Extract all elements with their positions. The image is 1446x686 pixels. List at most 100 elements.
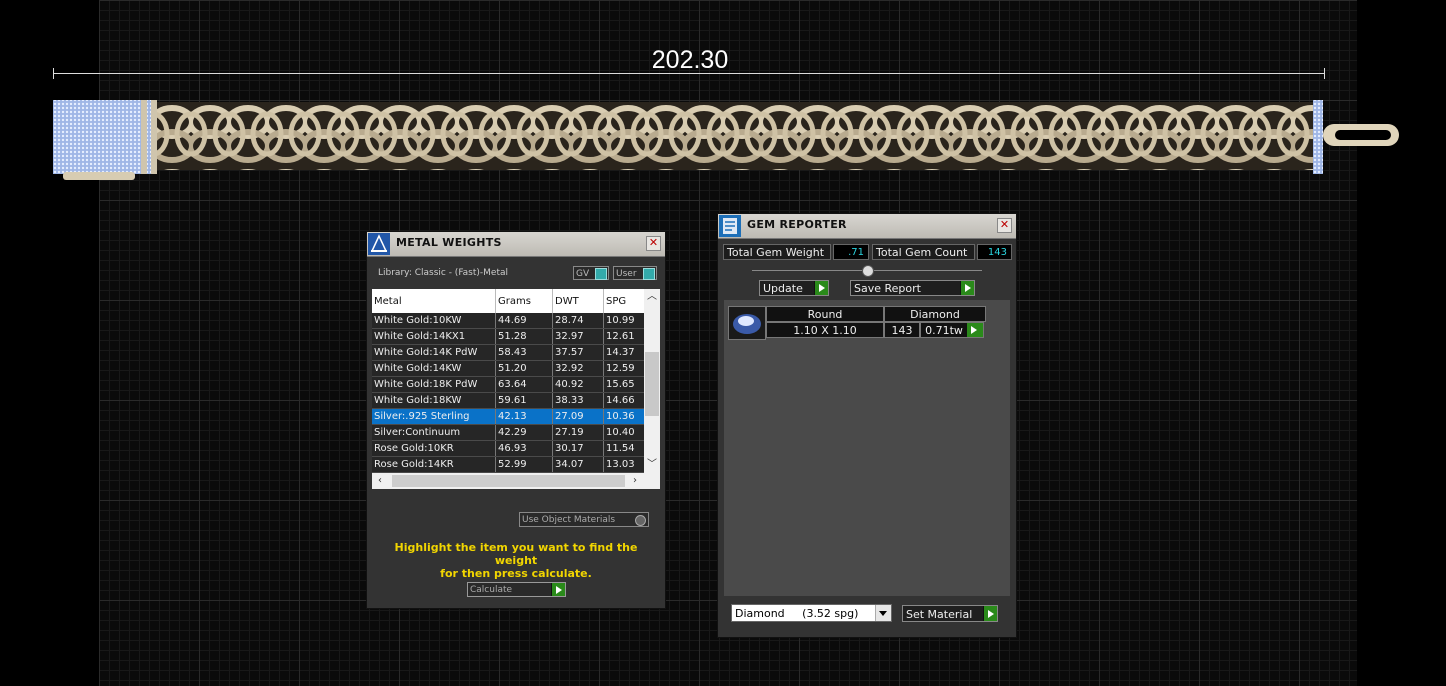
gem-weight: 0.71tw xyxy=(920,322,968,338)
cell-metal: Rose Gold:14KR xyxy=(372,457,496,472)
gem-shape: Round xyxy=(766,306,884,322)
cell-spg: 14.66 xyxy=(606,395,635,406)
user-toggle[interactable]: User xyxy=(613,266,657,280)
cell-grams: 63.64 xyxy=(496,377,553,392)
gem-select-button[interactable] xyxy=(967,322,984,338)
toggle-knob-icon xyxy=(643,268,655,280)
cell-metal: White Gold:10KW xyxy=(372,313,496,328)
cell-grams: 58.43 xyxy=(496,345,553,360)
dimension-tick-right xyxy=(1324,68,1325,79)
gem-reporter-titlebar[interactable]: GEM REPORTER ✕ xyxy=(718,214,1016,239)
clasp-pave-block xyxy=(53,100,143,174)
cell-spg: 10.40 xyxy=(606,427,635,438)
cell-grams: 42.29 xyxy=(496,425,553,440)
table-row[interactable]: White Gold:10KW 44.69 28.74 10.99 xyxy=(372,313,644,329)
save-report-button[interactable]: Save Report xyxy=(850,280,975,296)
cell-dwt: 40.92 xyxy=(553,377,604,392)
cell-dwt: 30.17 xyxy=(553,441,604,456)
metal-table-header: Metal Grams DWT SPG xyxy=(372,289,644,313)
cad-viewport[interactable]: 202.30 METAL WEIGHTS ✕ Library: Classic … xyxy=(0,0,1446,686)
update-button[interactable]: Update xyxy=(759,280,829,296)
round-diamond-icon[interactable] xyxy=(728,306,766,340)
cell-metal: Silver:Continuum xyxy=(372,425,496,440)
metal-weights-titlebar[interactable]: METAL WEIGHTS ✕ xyxy=(367,232,665,257)
scroll-down-icon[interactable]: ﹀ xyxy=(644,457,660,473)
column-header-spg[interactable]: SPG xyxy=(604,289,644,313)
cell-dwt: 32.92 xyxy=(553,361,604,376)
toggle-knob-icon xyxy=(595,268,607,280)
table-row[interactable]: Rose Gold:10KR 46.93 30.17 11.54 xyxy=(372,441,644,457)
cell-grams: 59.61 xyxy=(496,393,553,408)
total-gem-count-label: Total Gem Count xyxy=(872,244,975,260)
user-toggle-label: User xyxy=(616,269,637,279)
calculate-button[interactable]: Calculate xyxy=(467,582,566,597)
table-row[interactable]: White Gold:14KX1 51.28 32.97 12.61 xyxy=(372,329,644,345)
slider-knob-icon[interactable] xyxy=(862,265,874,277)
table-row[interactable]: White Gold:14KW 51.20 32.92 12.59 xyxy=(372,361,644,377)
scroll-right-icon[interactable]: › xyxy=(627,473,643,489)
table-row[interactable]: Silver:Continuum 42.29 27.19 10.40 xyxy=(372,425,644,441)
dimension-tick-left xyxy=(53,68,54,79)
play-arrow-icon xyxy=(551,583,565,596)
metal-weights-window[interactable]: METAL WEIGHTS ✕ Library: Classic - (Fast… xyxy=(366,231,666,609)
save-report-label: Save Report xyxy=(854,282,921,295)
table-row[interactable]: White Gold:14K PdW 58.43 37.57 14.37 xyxy=(372,345,644,361)
table-row[interactable]: Rose Gold:14KR 52.99 34.07 13.03 xyxy=(372,457,644,473)
gem-reporter-window[interactable]: GEM REPORTER ✕ Total Gem Weight .71 Tota… xyxy=(717,213,1017,638)
gem-reporter-title: GEM REPORTER xyxy=(747,218,847,231)
table-row[interactable]: Silver:.925 Sterling 42.13 27.09 10.36 xyxy=(372,409,644,425)
cell-grams: 44.69 xyxy=(496,313,553,328)
gem-count: 143 xyxy=(884,322,920,338)
cell-spg: 13.03 xyxy=(606,459,635,470)
material-select-value: Diamond (3.52 spg) xyxy=(735,607,859,620)
cell-dwt: 28.74 xyxy=(553,313,604,328)
cell-dwt: 34.07 xyxy=(553,457,604,472)
cell-grams: 51.28 xyxy=(496,329,553,344)
cell-grams: 46.93 xyxy=(496,441,553,456)
bracelet-model[interactable] xyxy=(53,98,1403,182)
play-arrow-icon xyxy=(983,606,997,621)
cell-grams: 52.99 xyxy=(496,457,553,472)
chain-links xyxy=(157,102,1313,170)
table-row[interactable]: White Gold:18K PdW 63.64 40.92 15.65 xyxy=(372,377,644,393)
close-icon[interactable]: ✕ xyxy=(646,236,661,251)
total-gem-weight-label: Total Gem Weight xyxy=(723,244,831,260)
scroll-up-icon[interactable]: ︿ xyxy=(644,289,660,305)
cell-metal: White Gold:14K PdW xyxy=(372,345,496,360)
cell-spg: 11.54 xyxy=(606,443,635,454)
scroll-left-icon[interactable]: ‹ xyxy=(372,473,388,489)
table-row[interactable]: White Gold:18KW 59.61 38.33 14.66 xyxy=(372,393,644,409)
cell-metal: White Gold:14KX1 xyxy=(372,329,496,344)
cell-metal: White Gold:14KW xyxy=(372,361,496,376)
gem-type: Diamond xyxy=(884,306,986,322)
scroll-thumb[interactable] xyxy=(392,475,625,487)
horizontal-scrollbar[interactable]: ‹ › xyxy=(372,473,660,489)
cell-metal: Silver:.925 Sterling xyxy=(372,409,496,424)
gv-toggle[interactable]: GV xyxy=(573,266,609,280)
column-header-dwt[interactable]: DWT xyxy=(553,289,604,313)
gem-list[interactable]: Round Diamond 1.10 X 1.10 143 0.71tw xyxy=(724,300,1010,596)
metal-table[interactable]: Metal Grams DWT SPG White Gold:10KW 44.69… xyxy=(372,289,660,489)
material-select[interactable]: Diamond (3.52 spg) xyxy=(731,604,892,622)
column-header-grams[interactable]: Grams xyxy=(496,289,553,313)
cell-metal: Rose Gold:10KR xyxy=(372,441,496,456)
cell-dwt: 32.97 xyxy=(553,329,604,344)
close-icon[interactable]: ✕ xyxy=(997,218,1012,233)
update-label: Update xyxy=(763,282,803,295)
cell-grams: 42.13 xyxy=(496,409,553,424)
cell-metal: White Gold:18KW xyxy=(372,393,496,408)
cell-spg: 12.61 xyxy=(606,331,635,342)
chevron-down-icon[interactable] xyxy=(875,605,891,621)
use-object-materials-toggle[interactable]: Use Object Materials xyxy=(519,512,649,527)
column-header-metal[interactable]: Metal xyxy=(372,289,496,313)
vertical-scrollbar[interactable]: ︿ ﹀ xyxy=(644,289,660,473)
scale-icon xyxy=(368,233,390,255)
cell-spg: 10.99 xyxy=(606,315,635,326)
instruction-line-1: Highlight the item you want to find the … xyxy=(394,541,638,567)
total-gem-weight-value: .71 xyxy=(833,244,869,260)
clasp-tab xyxy=(63,172,135,180)
cell-metal: White Gold:18K PdW xyxy=(372,377,496,392)
scroll-thumb[interactable] xyxy=(645,352,659,416)
set-material-button[interactable]: Set Material xyxy=(902,605,998,622)
metal-table-rows: White Gold:10KW 44.69 28.74 10.99 White Gold… xyxy=(372,313,644,489)
